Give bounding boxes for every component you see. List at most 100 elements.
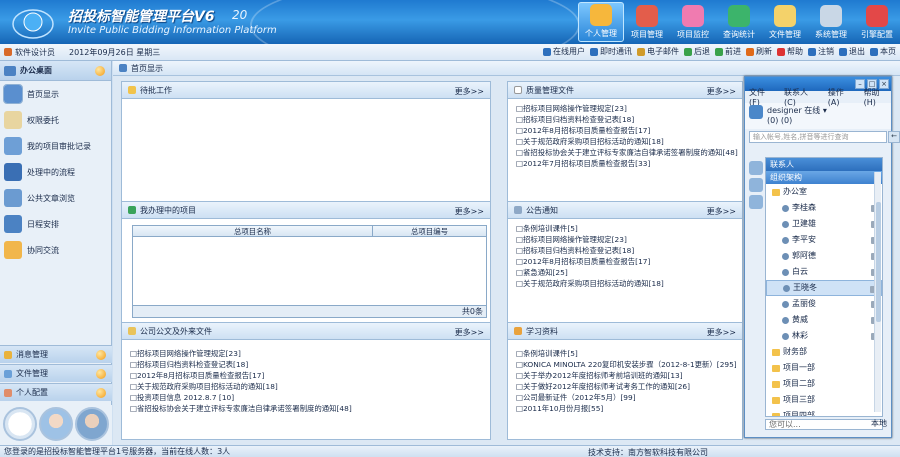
im-user-status[interactable]: designer 在线 ▾	[767, 105, 827, 116]
column-header[interactable]: 总项目编号	[373, 226, 486, 236]
expand-icon[interactable]	[96, 349, 106, 360]
department-item[interactable]: 项目一部	[766, 360, 882, 376]
list-item[interactable]: □招标项目归档资料检查登记表[18]	[516, 245, 742, 256]
toolbar-action[interactable]: 本页	[870, 46, 896, 57]
more-link[interactable]: 更多>>	[455, 327, 484, 338]
list-item[interactable]: □2012年8月招标项目质量检查报告[17]	[516, 256, 742, 267]
department-item[interactable]: 项目二部	[766, 376, 882, 392]
list-item[interactable]: □招标项目归档资料检查登记表[18]	[130, 359, 490, 370]
nav-tab[interactable]: 系统管理	[808, 2, 854, 42]
department-item[interactable]: 项目四部	[766, 408, 882, 416]
list-item[interactable]: □关于规范政府采购项目招标活动的通知[18]	[516, 278, 742, 289]
list-item[interactable]: □KONICA MINOLTA 220复印机安装步骤（2012-8-1更新）[2…	[516, 359, 742, 370]
list-item[interactable]: □2012年8月招标项目质量检查报告[17]	[516, 125, 742, 136]
list-item[interactable]: □条例培训课件[5]	[516, 223, 742, 234]
list-item[interactable]: □省招投标协会关于建立评标专家廉洁自律承诺签署制度的通知[48]	[130, 403, 490, 414]
sidebar-group[interactable]: 消息管理	[0, 345, 112, 363]
list-item[interactable]: □招标项目归档资料检查登记表[18]	[516, 114, 742, 125]
more-link[interactable]: 更多>>	[707, 327, 736, 338]
toolbar-action[interactable]: 前进	[715, 46, 741, 57]
toolbar-action[interactable]: 电子邮件	[637, 46, 679, 57]
sidebar-item[interactable]: 日程安排	[0, 211, 111, 237]
local-label[interactable]: 本地	[871, 417, 887, 431]
official-doc-list: □招标项目网络操作管理规定[23] □招标项目归档资料检查登记表[18] □2012…	[122, 340, 490, 414]
contact-item[interactable]: 王晓冬	[766, 280, 882, 296]
more-link[interactable]: 更多>>	[707, 206, 736, 217]
toolbar-action[interactable]: 后退	[684, 46, 710, 57]
list-item[interactable]: □关于举办2012年度招标师考前培训班的通知[13]	[516, 370, 742, 381]
list-item[interactable]: □关于规范政府采购项目招标活动的通知[18]	[130, 381, 490, 392]
list-item[interactable]: □省招投标协会关于建立评标专家廉洁自律承诺签署制度的通知[48]	[516, 147, 742, 158]
contact-item[interactable]: 孟丽俊	[766, 296, 882, 312]
contact-item[interactable]: 郭阿德	[766, 248, 882, 264]
column-header[interactable]: 总项目名称	[133, 226, 373, 236]
sidebar-group[interactable]: 个人配置	[0, 383, 112, 401]
nav-tab[interactable]: 文件管理	[762, 2, 808, 42]
list-item[interactable]: □关于规范政府采购项目招标活动的通知[18]	[516, 136, 742, 147]
list-item[interactable]: □2012年7月招标项目质量检查报告[33]	[516, 158, 742, 169]
department-item[interactable]: 项目三部	[766, 392, 882, 408]
sidebar-group[interactable]: 文件管理	[0, 364, 112, 382]
list-item[interactable]: □2011年10月份月报[55]	[516, 403, 742, 414]
contact-item[interactable]: 林彩	[766, 328, 882, 344]
sidebar-header-office[interactable]: 办公桌面	[0, 61, 111, 81]
avatar-female-icon[interactable]	[39, 407, 73, 441]
list-item[interactable]: □紧急通知[25]	[516, 267, 742, 278]
tab-org-structure[interactable]: 组织架构	[766, 171, 882, 184]
avatar-male-icon[interactable]	[75, 407, 109, 441]
list-item[interactable]: □招标项目网络操作管理规定[23]	[516, 234, 742, 245]
sidebar-item[interactable]: 首页显示	[0, 81, 111, 107]
contact-item[interactable]: 白云	[766, 264, 882, 280]
list-item[interactable]: □关于做好2012年度招标师考试考务工作的通知[26]	[516, 381, 742, 392]
expand-icon[interactable]	[96, 368, 106, 379]
contact-item[interactable]: 卫建雄	[766, 216, 882, 232]
im-bottom-input[interactable]: 您可以...	[765, 419, 883, 430]
clock-icon[interactable]	[3, 407, 37, 441]
toolbar-action[interactable]: 在线用户	[543, 46, 585, 57]
department-item[interactable]: 财务部	[766, 344, 882, 360]
sidebar-item[interactable]: 公共文章浏览	[0, 185, 111, 211]
nav-tab[interactable]: 引擎配置	[854, 2, 900, 42]
tab-contacts[interactable]: 联系人	[766, 158, 882, 171]
folder-icon	[772, 348, 780, 356]
toolbar-action[interactable]: 帮助	[777, 46, 803, 57]
more-link[interactable]: 更多>>	[707, 86, 736, 97]
tree-scrollbar[interactable]	[874, 172, 881, 412]
list-item[interactable]: □公司最新证件（2012年5月）[99]	[516, 392, 742, 403]
sidebar-item[interactable]: 我的项目审批记录	[0, 133, 111, 159]
im-menu-item[interactable]: 帮助(H)	[864, 87, 891, 107]
sidebar-item[interactable]: 权限委托	[0, 107, 111, 133]
im-search-input[interactable]: 输入帐号,姓名,拼音等进行查询 ←	[749, 131, 900, 143]
contact-item[interactable]: 李桂森	[766, 200, 882, 216]
list-item[interactable]: □招标项目网络操作管理规定[23]	[516, 103, 742, 114]
nav-tab[interactable]: 查询统计	[716, 2, 762, 42]
more-link[interactable]: 更多>>	[455, 206, 484, 217]
list-item[interactable]: □2012年8月招标项目质量检查报告[17]	[130, 370, 490, 381]
list-item[interactable]: □投资项目信息 2012.8.7 [10]	[130, 392, 490, 403]
im-menu-item[interactable]: 操作(A)	[828, 87, 855, 107]
contacts-tab-icon[interactable]	[749, 161, 763, 175]
expand-icon[interactable]	[96, 387, 106, 398]
sidebar-item[interactable]: 处理中的流程	[0, 159, 111, 185]
nav-tab[interactable]: 个人管理	[578, 2, 624, 42]
toolbar-action[interactable]: 退出	[839, 46, 865, 57]
sidebar-item[interactable]: 协同交流	[0, 237, 111, 263]
contact-item[interactable]: 李平安	[766, 232, 882, 248]
contact-item[interactable]: 黄威	[766, 312, 882, 328]
collapse-icon[interactable]	[95, 65, 105, 76]
toolbar-action[interactable]: 注销	[808, 46, 834, 57]
im-menu-item[interactable]: 联系人(C)	[784, 87, 819, 107]
globe-tab-icon[interactable]	[749, 195, 763, 209]
im-menu-item[interactable]: 文件(F)	[749, 87, 775, 107]
list-item[interactable]: □条例培训课件[5]	[516, 348, 742, 359]
more-link[interactable]: 更多>>	[455, 86, 484, 97]
search-dropdown-icon[interactable]: ←	[888, 131, 900, 143]
toolbar-action[interactable]: 刷新	[746, 46, 772, 57]
phone-tab-icon[interactable]	[749, 178, 763, 192]
list-item[interactable]: □招标项目网络操作管理规定[23]	[130, 348, 490, 359]
nav-tab[interactable]: 项目管理	[624, 2, 670, 42]
department-item[interactable]: 办公室	[766, 184, 882, 200]
nav-tab[interactable]: 项目监控	[670, 2, 716, 42]
avatar[interactable]	[749, 105, 763, 119]
toolbar-action[interactable]: 即时通讯	[590, 46, 632, 57]
